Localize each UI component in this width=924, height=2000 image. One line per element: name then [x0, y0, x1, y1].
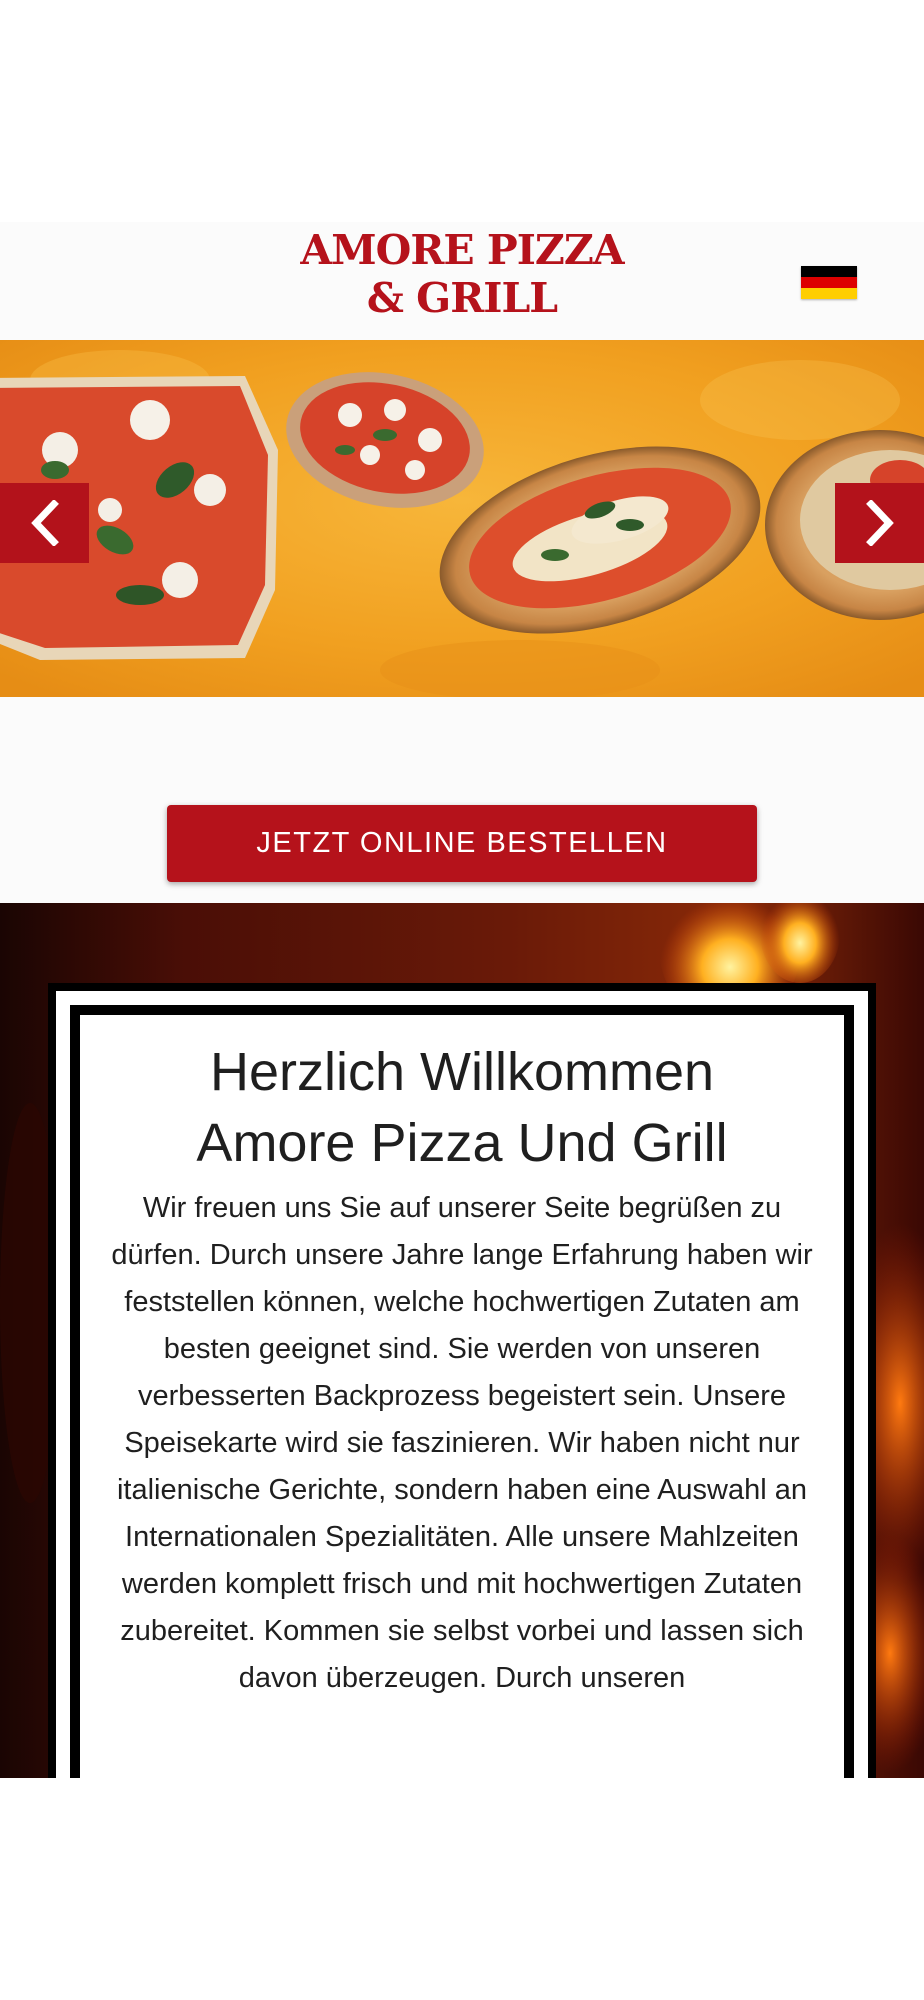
- pizza-carousel: [0, 340, 924, 697]
- flag-stripe-gold: [801, 288, 857, 299]
- site-header: AMORE PIZZA & GRILL: [0, 222, 924, 340]
- chevron-left-icon: [30, 500, 59, 546]
- order-online-button[interactable]: JETZT ONLINE BESTELLEN: [167, 805, 757, 882]
- welcome-title-line-2: Amore Pizza Und Grill: [196, 1113, 728, 1173]
- carousel-prev-button[interactable]: [0, 483, 89, 563]
- welcome-text: Wir freuen uns Sie auf unserer Seite beg…: [111, 1192, 813, 1694]
- page-bottom-blank: [0, 1778, 924, 2000]
- chevron-right-icon: [865, 500, 894, 546]
- logo-line-2: & GRILL: [366, 274, 558, 322]
- order-section: JETZT ONLINE BESTELLEN: [0, 697, 924, 903]
- german-flag-icon[interactable]: [801, 266, 857, 299]
- logo-line-1: AMORE PIZZA: [300, 226, 624, 274]
- welcome-title-line-1: Herzlich Willkommen: [209, 1042, 715, 1102]
- carousel-next-button[interactable]: [835, 483, 924, 563]
- welcome-frame: Herzlich Willkommen Amore Pizza Und Gril…: [48, 983, 876, 1778]
- welcome-section: Herzlich Willkommen Amore Pizza Und Gril…: [0, 903, 924, 1778]
- flag-stripe-red: [801, 277, 857, 288]
- welcome-card: Herzlich Willkommen Amore Pizza Und Gril…: [80, 1015, 844, 1778]
- flag-stripe-black: [801, 266, 857, 277]
- site-logo[interactable]: AMORE PIZZA & GRILL: [0, 226, 924, 322]
- carousel-slide-image: [0, 340, 924, 697]
- welcome-title: Herzlich Willkommen Amore Pizza Und Gril…: [80, 1015, 844, 1179]
